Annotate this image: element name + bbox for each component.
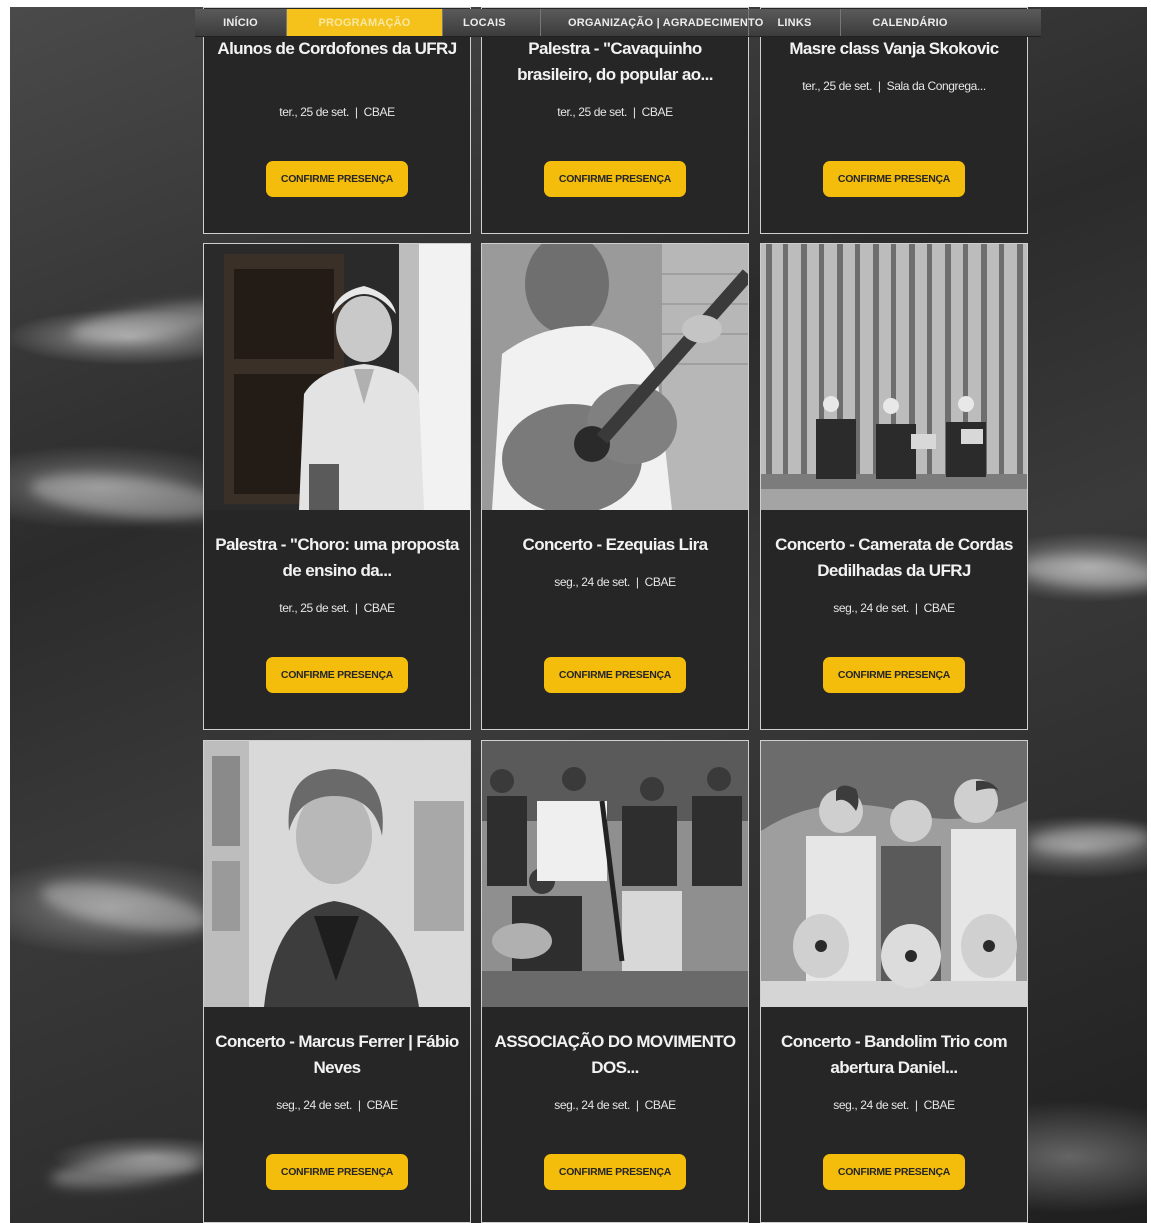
background-streak (48, 1149, 202, 1193)
event-photo[interactable] (204, 741, 470, 1007)
event-venue: CBAE (366, 1098, 398, 1112)
event-venue: CBAE (363, 105, 395, 119)
separator: | (357, 1098, 361, 1112)
event-title: Concerto - Camerata de Cordas Dedilhadas… (775, 535, 1013, 580)
nav-item-locais[interactable]: LOCAIS (443, 9, 541, 36)
event-card[interactable]: Concerto - Marcus Ferrer | Fábio Neves s… (203, 740, 471, 1223)
event-meta: seg., 24 de set. | CBAE (771, 601, 1017, 615)
event-date: seg., 24 de set. (833, 1098, 909, 1112)
event-meta: ter., 25 de set. | CBAE (492, 105, 738, 119)
event-card[interactable]: Concerto - Bandolim Trio com abertura Da… (760, 740, 1028, 1223)
event-photo[interactable] (204, 244, 470, 510)
separator: | (914, 601, 918, 615)
separator: | (632, 105, 636, 119)
event-photo[interactable] (482, 244, 748, 510)
event-photo[interactable] (482, 741, 748, 1007)
rsvp-button[interactable]: CONFIRME PRESENÇA (544, 657, 686, 693)
rsvp-button[interactable]: CONFIRME PRESENÇA (823, 657, 965, 693)
separator: | (635, 575, 639, 589)
nav-item-programacao[interactable]: PROGRAMAÇÃO (287, 9, 443, 36)
rsvp-button[interactable]: CONFIRME PRESENÇA (266, 161, 408, 197)
event-title: Masre class Vanja Skokovic (789, 39, 999, 58)
nav-item-organizacao[interactable]: ORGANIZAÇÃO | AGRADECIMENTO (541, 9, 763, 36)
event-card[interactable]: Masre class Vanja Skokovic ter., 25 de s… (760, 7, 1028, 234)
background-streak (28, 466, 232, 528)
event-title: Palestra - "Choro: uma proposta de ensin… (215, 535, 459, 580)
rsvp-button[interactable]: CONFIRME PRESENÇA (544, 161, 686, 197)
event-meta: seg., 24 de set. | CBAE (214, 1098, 460, 1112)
event-venue: Sala da Congrega... (886, 79, 987, 93)
nav-item-calendario[interactable]: CALENDÁRIO (841, 9, 979, 36)
event-card[interactable]: Alunos de Cordofones da UFRJ ter., 25 de… (203, 7, 471, 234)
event-venue: CBAE (641, 105, 673, 119)
nav-item-inicio[interactable]: INÍCIO (195, 9, 287, 36)
event-date: seg., 24 de set. (554, 575, 630, 589)
event-date: seg., 24 de set. (554, 1098, 630, 1112)
event-title: Concerto - Marcus Ferrer | Fábio Neves (215, 1032, 459, 1077)
event-meta: seg., 24 de set. | CBAE (492, 1098, 738, 1112)
event-card[interactable]: Palestra - "Choro: uma proposta de ensin… (203, 243, 471, 730)
event-meta: seg., 24 de set. | CBAE (771, 1098, 1017, 1112)
event-date: ter., 25 de set. (802, 79, 872, 93)
event-meta: seg., 24 de set. | CBAE (492, 575, 738, 589)
event-meta: ter., 25 de set. | CBAE (214, 601, 460, 615)
event-date: seg., 24 de set. (276, 1098, 352, 1112)
event-title: ASSOCIAÇÃO DO MOVIMENTO DOS... (494, 1032, 737, 1077)
event-venue: CBAE (644, 575, 676, 589)
separator: | (354, 105, 358, 119)
event-venue: CBAE (363, 601, 395, 615)
background-streak (37, 872, 213, 942)
separator: | (354, 601, 358, 615)
event-card[interactable]: Concerto - Ezequias Lira seg., 24 de set… (481, 243, 749, 730)
event-title: Concerto - Bandolim Trio com abertura Da… (781, 1032, 1008, 1077)
event-date: ter., 25 de set. (557, 105, 627, 119)
event-title: Palestra - "Cavaquinho brasileiro, do po… (517, 39, 713, 84)
event-card[interactable]: Palestra - "Cavaquinho brasileiro, do po… (481, 7, 749, 234)
rsvp-button[interactable]: CONFIRME PRESENÇA (266, 1154, 408, 1190)
separator: | (877, 79, 881, 93)
event-venue: CBAE (923, 1098, 955, 1112)
event-photo[interactable] (761, 741, 1027, 1007)
event-meta: ter., 25 de set. | Sala da Congrega... (771, 79, 1017, 93)
separator: | (914, 1098, 918, 1112)
event-title: Alunos de Cordofones da UFRJ (217, 39, 457, 58)
event-date: seg., 24 de set. (833, 601, 909, 615)
event-date: ter., 25 de set. (279, 105, 349, 119)
background-streak (1019, 552, 1151, 592)
top-navigation: INÍCIO PROGRAMAÇÃO LOCAIS ORGANIZAÇÃO | … (195, 9, 1041, 37)
event-venue: CBAE (644, 1098, 676, 1112)
rsvp-button[interactable]: CONFIRME PRESENÇA (823, 161, 965, 197)
event-photo[interactable] (761, 244, 1027, 510)
event-card[interactable]: Concerto - Camerata de Cordas Dedilhadas… (760, 243, 1028, 730)
event-card[interactable]: ASSOCIAÇÃO DO MOVIMENTO DOS... seg., 24 … (481, 740, 749, 1223)
rsvp-button[interactable]: CONFIRME PRESENÇA (544, 1154, 686, 1190)
event-meta: ter., 25 de set. | CBAE (214, 105, 460, 119)
nav-item-links[interactable]: LINKS (749, 9, 841, 36)
rsvp-button[interactable]: CONFIRME PRESENÇA (266, 657, 408, 693)
rsvp-button[interactable]: CONFIRME PRESENÇA (823, 1154, 965, 1190)
background-streak (1029, 823, 1151, 857)
separator: | (635, 1098, 639, 1112)
event-date: ter., 25 de set. (279, 601, 349, 615)
event-venue: CBAE (923, 601, 955, 615)
event-title: Concerto - Ezequias Lira (522, 535, 709, 554)
